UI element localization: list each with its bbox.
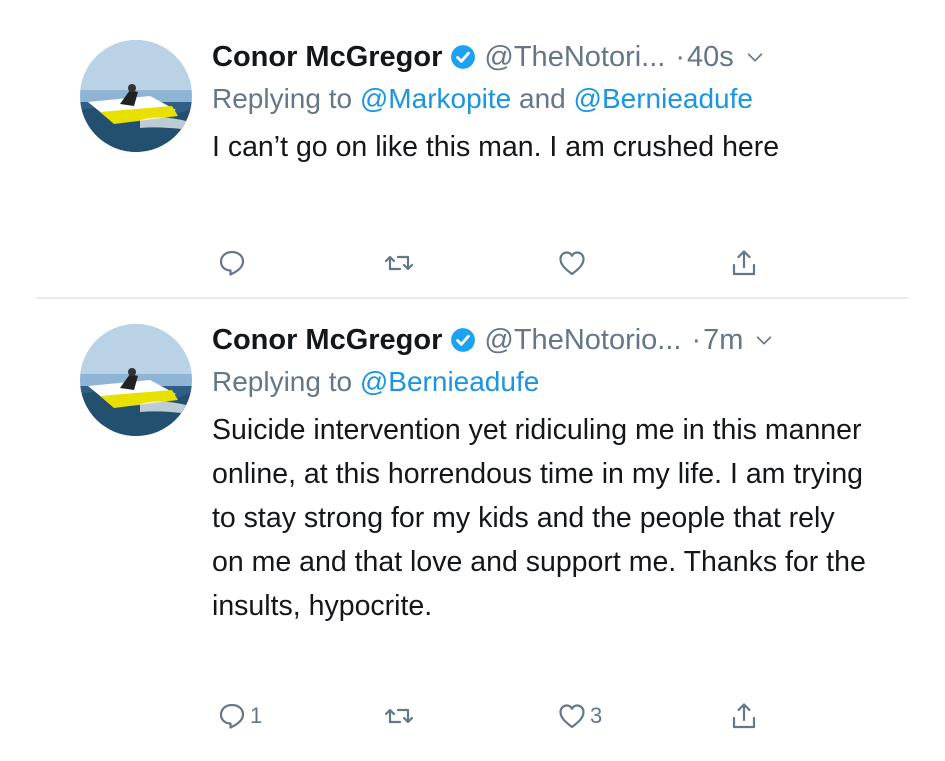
retweet-button[interactable] — [384, 245, 417, 281]
share-icon — [729, 701, 759, 731]
reply-icon — [217, 248, 247, 278]
replying-to-label: Replying to — [212, 366, 360, 397]
reply-button[interactable]: 1 — [217, 698, 262, 734]
tweet-actions: 1 3 — [212, 698, 772, 734]
tweet-header: Conor McGregor @TheNotori... · 40s — [212, 37, 902, 77]
reply-icon — [217, 701, 247, 731]
share-icon — [729, 248, 759, 278]
handle[interactable]: @TheNotorio... — [484, 324, 681, 357]
share-button[interactable] — [729, 698, 759, 734]
replying-to-label: Replying to — [212, 83, 360, 114]
handle[interactable]: @TheNotori... — [484, 41, 665, 74]
replying-and: and — [511, 83, 574, 114]
share-button[interactable] — [729, 245, 759, 281]
tweet-text: Suicide intervention yet ridiculing me i… — [212, 414, 866, 622]
like-button[interactable] — [557, 245, 590, 281]
tweet-actions — [212, 245, 772, 281]
replying-to: Replying to @Bernieadufe — [212, 362, 902, 402]
chevron-down-icon[interactable] — [753, 329, 775, 351]
tweet-2[interactable]: Conor McGregor @TheNotorio... · 7m Reply… — [0, 300, 945, 761]
verified-badge-icon — [450, 327, 476, 353]
tweet-divider — [36, 297, 909, 299]
verified-badge-icon — [450, 44, 476, 70]
heart-icon — [557, 248, 587, 278]
chevron-down-icon[interactable] — [744, 46, 766, 68]
dot-separator: · — [675, 40, 686, 73]
avatar[interactable] — [80, 324, 192, 436]
tweet-1[interactable]: Conor McGregor @TheNotori... · 40s Reply… — [0, 0, 945, 296]
avatar-image — [80, 40, 192, 152]
reply-count: 1 — [250, 703, 263, 728]
timestamp[interactable]: 7m — [703, 324, 743, 357]
like-count: 3 — [590, 703, 603, 728]
retweet-button[interactable] — [384, 698, 417, 734]
heart-icon — [557, 701, 587, 731]
like-button[interactable]: 3 — [557, 698, 602, 734]
mention-link[interactable]: @Bernieadufe — [360, 366, 539, 397]
replying-to: Replying to @Markopite and @Bernieadufe — [212, 79, 902, 119]
retweet-icon — [384, 701, 414, 731]
display-name[interactable]: Conor McGregor — [212, 41, 442, 74]
avatar[interactable] — [80, 40, 192, 152]
retweet-icon — [384, 248, 414, 278]
tweet-header: Conor McGregor @TheNotorio... · 7m — [212, 320, 902, 360]
dot-separator: · — [691, 323, 702, 356]
tweet-text: I can’t go on like this man. I am crushe… — [212, 131, 780, 163]
display-name[interactable]: Conor McGregor — [212, 324, 442, 357]
mention-link[interactable]: @Bernieadufe — [574, 83, 753, 114]
timestamp[interactable]: 40s — [687, 41, 734, 74]
reply-button[interactable] — [217, 245, 250, 281]
avatar-image — [80, 324, 192, 436]
mention-link[interactable]: @Markopite — [360, 83, 511, 114]
